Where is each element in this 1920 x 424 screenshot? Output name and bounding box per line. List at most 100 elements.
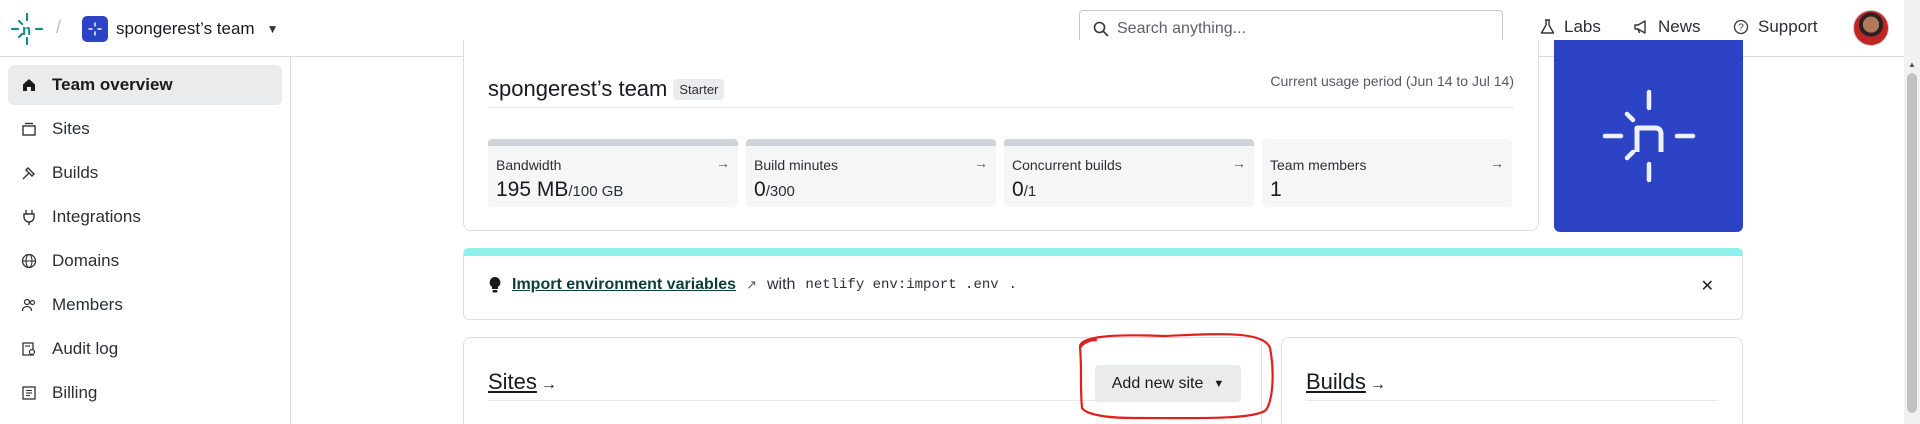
metric-value-number: 195 MB xyxy=(496,178,569,201)
metric-limit: /300 xyxy=(765,183,795,200)
metric-limit: /100 GB xyxy=(568,183,624,200)
nav-support[interactable]: ? Support xyxy=(1733,17,1818,37)
audit-log-icon xyxy=(20,340,38,358)
sidebar-item-integrations[interactable]: Integrations xyxy=(8,197,282,237)
scrollbar-thumb[interactable] xyxy=(1907,73,1917,413)
arrow-right-icon: → xyxy=(716,155,730,171)
sidebar-item-billing[interactable]: Billing xyxy=(8,373,282,413)
svg-text:?: ? xyxy=(1738,23,1744,34)
netlify-logo-icon xyxy=(1602,89,1695,183)
sidebar-item-team-overview[interactable]: Team overview xyxy=(8,65,282,105)
sidebar-item-label: Integrations xyxy=(52,207,141,226)
breadcrumb-separator: / xyxy=(56,17,62,37)
sidebar-item-audit-log[interactable]: Audit log xyxy=(8,329,282,369)
scroll-up-icon[interactable]: ▲ xyxy=(1908,60,1916,69)
help-circle-icon: ? xyxy=(1733,19,1749,35)
env-import-banner: Import environment variables ↗ with netl… xyxy=(463,248,1743,320)
metric-team-members[interactable]: Team members → 1 xyxy=(1262,139,1512,207)
netlify-logo-icon[interactable]: n xyxy=(10,12,44,46)
svg-text:n: n xyxy=(22,22,31,39)
team-name: spongerest’s team xyxy=(116,19,255,38)
sidebar-item-label: Members xyxy=(52,295,123,314)
sidebar-item-label: Billing xyxy=(52,383,98,402)
builds-title-link[interactable]: Builds → xyxy=(1306,369,1386,395)
sidebar-item-builds[interactable]: Builds xyxy=(8,153,282,193)
banner-with-text: with xyxy=(766,276,796,293)
banner-content: Import environment variables ↗ with netl… xyxy=(488,276,1017,294)
scrollbar[interactable]: ▲ xyxy=(1904,57,1920,424)
divider xyxy=(1306,400,1718,401)
team-switcher[interactable]: spongerest’s team ▼ xyxy=(82,15,279,43)
arrow-right-icon: → xyxy=(974,155,988,171)
arrow-right-icon: → xyxy=(540,376,557,393)
sidebar-item-sites[interactable]: Sites xyxy=(8,109,282,149)
nav-news-label: News xyxy=(1658,17,1701,36)
netlify-hero-panel xyxy=(1554,40,1743,232)
metric-bandwidth[interactable]: Bandwidth → 195 MB/100 GB xyxy=(488,139,738,207)
metric-value: 0/300 xyxy=(754,178,795,202)
metric-label: Bandwidth xyxy=(496,157,562,173)
metric-label: Build minutes xyxy=(754,157,839,173)
sites-title-link[interactable]: Sites → xyxy=(488,369,557,395)
sidebar-item-label: Team overview xyxy=(52,75,173,94)
divider xyxy=(488,107,1514,108)
metric-value-number: 0 xyxy=(754,178,766,201)
sidebar: Team overview Sites Builds Integrations … xyxy=(0,57,291,424)
external-link-icon: ↗ xyxy=(746,277,757,292)
arrow-right-icon: → xyxy=(1490,155,1504,171)
builds-icon xyxy=(20,164,38,182)
usage-team-name: spongerest’s team xyxy=(488,76,668,101)
lightbulb-icon xyxy=(489,277,501,293)
nav-news[interactable]: News xyxy=(1633,17,1701,37)
builds-title: Builds xyxy=(1306,369,1366,394)
arrow-right-icon: → xyxy=(1369,376,1386,393)
red-circle-annotation xyxy=(1078,333,1274,420)
users-icon xyxy=(20,296,38,314)
sidebar-item-label: Sites xyxy=(52,119,90,138)
banner-trailing-period: . xyxy=(1008,277,1018,293)
sites-title: Sites xyxy=(488,369,537,394)
metric-value: 195 MB/100 GB xyxy=(496,178,623,202)
globe-icon xyxy=(20,252,38,270)
metric-build-minutes[interactable]: Build minutes → 0/300 xyxy=(746,139,996,207)
close-icon[interactable]: ✕ xyxy=(1701,276,1714,296)
usage-card: spongerest’s team Starter Current usage … xyxy=(463,40,1539,231)
metric-value: 1 xyxy=(1270,178,1282,202)
arrow-right-icon: → xyxy=(1232,155,1246,171)
sidebar-item-label: Audit log xyxy=(52,339,119,358)
search-input[interactable] xyxy=(1117,19,1477,38)
nav-labs[interactable]: Labs xyxy=(1540,17,1601,37)
sidebar-item-members[interactable]: Members xyxy=(8,285,282,325)
plug-icon xyxy=(20,208,38,226)
metric-value-number: 1 xyxy=(1270,178,1282,201)
metric-limit: /1 xyxy=(1023,183,1037,200)
metric-value-number: 0 xyxy=(1012,178,1024,201)
megaphone-icon xyxy=(1634,20,1646,34)
flask-icon xyxy=(1540,19,1555,34)
metric-concurrent-builds[interactable]: Concurrent builds → 0/1 xyxy=(1004,139,1254,207)
home-icon xyxy=(20,76,38,94)
metric-value: 0/1 xyxy=(1012,178,1036,202)
search-icon xyxy=(1093,21,1109,36)
user-avatar[interactable] xyxy=(1853,10,1889,46)
sidebar-item-domains[interactable]: Domains xyxy=(8,241,282,281)
sidebar-item-label: Domains xyxy=(52,251,120,270)
nav-labs-label: Labs xyxy=(1564,17,1601,36)
metric-label: Concurrent builds xyxy=(1012,157,1122,173)
team-avatar-icon xyxy=(82,16,108,42)
plan-badge: Starter xyxy=(673,78,725,100)
billing-icon xyxy=(20,384,38,402)
nav-support-label: Support xyxy=(1758,17,1818,36)
sites-icon xyxy=(20,120,38,138)
metric-bar xyxy=(1004,139,1254,146)
metric-bar xyxy=(488,139,738,146)
metric-bar xyxy=(746,139,996,146)
import-env-vars-link[interactable]: Import environment variables xyxy=(512,276,736,294)
sidebar-item-label: Builds xyxy=(52,163,99,182)
builds-card: Builds → xyxy=(1281,337,1743,424)
chevron-down-icon: ▼ xyxy=(266,22,279,36)
usage-title: spongerest’s team Starter xyxy=(488,76,725,102)
scrollbar-top xyxy=(1904,0,1920,57)
banner-command: netlify env:import .env xyxy=(805,277,999,293)
metric-label: Team members xyxy=(1270,157,1367,173)
